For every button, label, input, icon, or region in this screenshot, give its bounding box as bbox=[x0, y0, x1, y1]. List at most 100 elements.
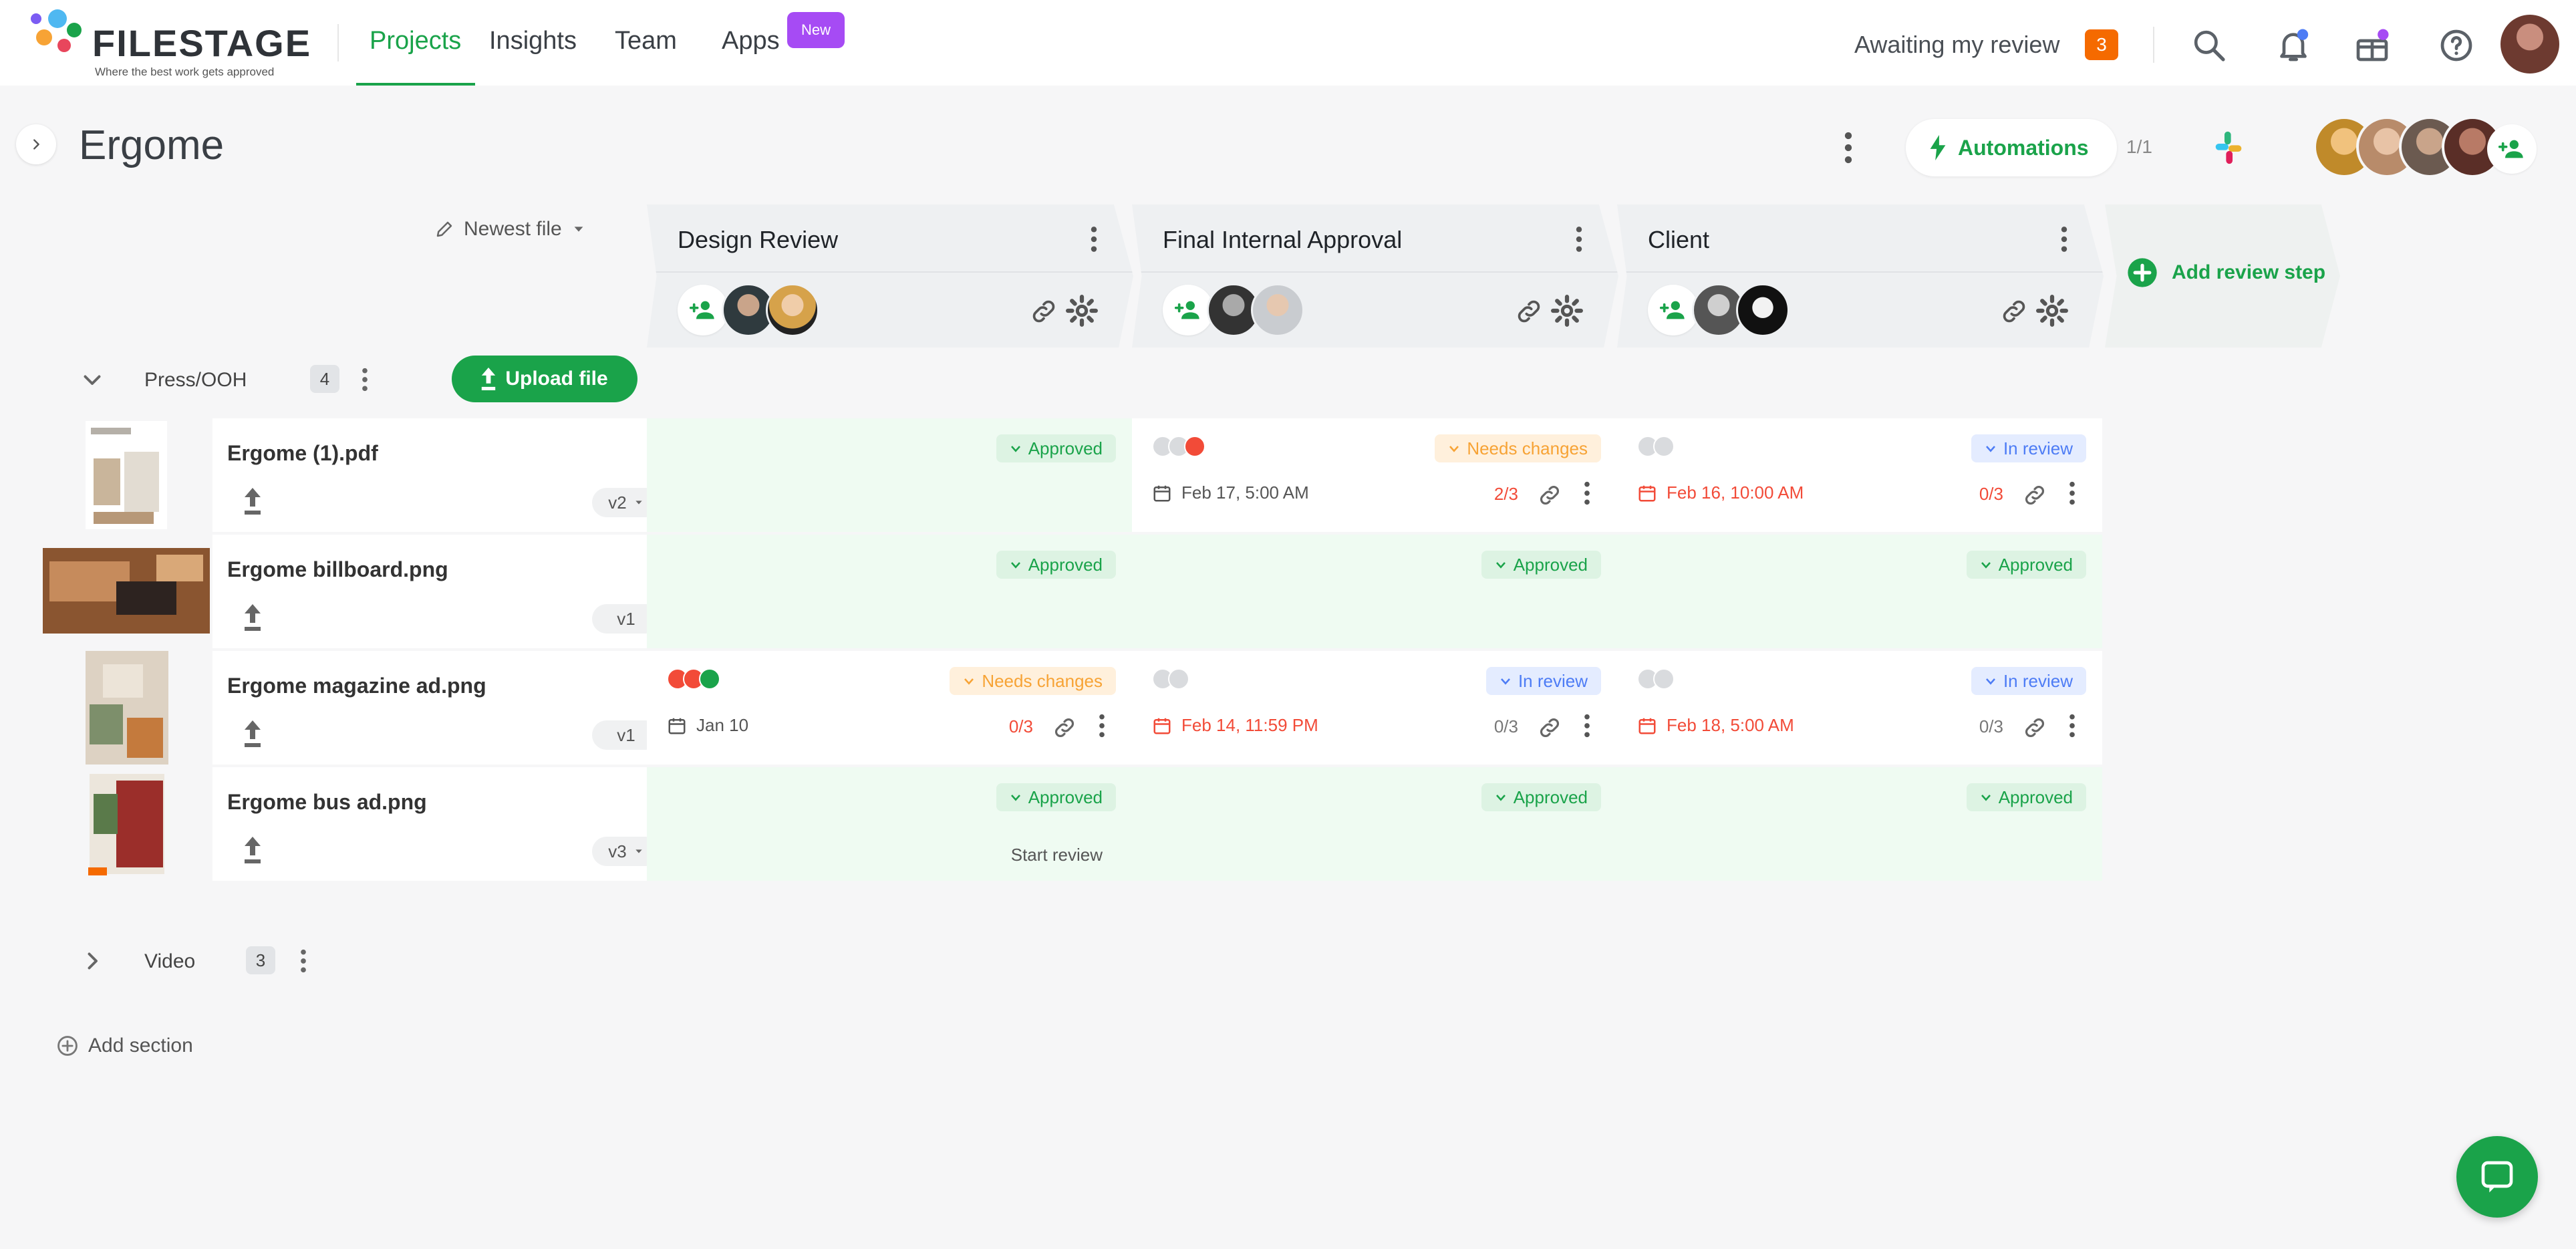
section-name[interactable]: Video bbox=[144, 950, 195, 973]
upload-version-icon[interactable] bbox=[243, 488, 262, 515]
step-settings-gear-icon[interactable] bbox=[2035, 294, 2069, 327]
step-settings-gear-icon[interactable] bbox=[1065, 294, 1099, 327]
cell-options-kebab-icon[interactable] bbox=[1099, 712, 1105, 739]
share-link-icon[interactable] bbox=[1029, 297, 1058, 326]
notifications-bell-icon[interactable] bbox=[2275, 27, 2312, 64]
review-cell[interactable]: Needs changes Feb 17, 5:00 AM 2/3 bbox=[1132, 418, 1617, 532]
share-link-icon[interactable] bbox=[1052, 715, 1077, 740]
file-thumbnail[interactable] bbox=[43, 535, 210, 648]
file-name[interactable]: Ergome (1).pdf bbox=[227, 441, 378, 466]
review-cell[interactable]: Approved bbox=[1617, 535, 2102, 648]
whats-new-gift-icon[interactable] bbox=[2353, 27, 2391, 64]
chevron-right-icon[interactable] bbox=[80, 949, 104, 973]
help-icon[interactable] bbox=[2438, 27, 2475, 64]
step-options-kebab-icon[interactable] bbox=[1574, 225, 1584, 254]
search-icon[interactable] bbox=[2190, 27, 2228, 64]
review-cell[interactable]: Approved bbox=[1132, 535, 1617, 648]
due-date[interactable]: Feb 17, 5:00 AM bbox=[1152, 482, 1309, 503]
cell-options-kebab-icon[interactable] bbox=[2069, 712, 2076, 739]
filestage-logo[interactable]: FILESTAGE Where the best work gets appro… bbox=[31, 9, 311, 83]
cell-options-kebab-icon[interactable] bbox=[1584, 480, 1590, 507]
slack-integration-icon[interactable] bbox=[2209, 128, 2248, 167]
share-link-icon[interactable] bbox=[2022, 482, 2047, 508]
nav-tab-apps[interactable]: Apps bbox=[722, 27, 780, 55]
status-badge[interactable]: In review bbox=[1971, 667, 2086, 695]
file-card[interactable]: Ergome magazine ad.png v1 bbox=[212, 651, 682, 765]
section-name[interactable]: Press/OOH bbox=[144, 369, 247, 392]
share-link-icon[interactable] bbox=[1514, 297, 1544, 326]
chevron-down-icon[interactable] bbox=[80, 368, 104, 392]
share-link-icon[interactable] bbox=[1537, 482, 1562, 508]
due-date[interactable]: Feb 18, 5:00 AM bbox=[1637, 715, 1794, 736]
due-date[interactable]: Feb 16, 10:00 AM bbox=[1637, 482, 1804, 503]
reviewer-avatar[interactable] bbox=[766, 283, 819, 337]
review-cell[interactable]: In review Feb 16, 10:00 AM 0/3 bbox=[1617, 418, 2102, 532]
expand-sidebar-button[interactable] bbox=[16, 124, 56, 164]
awaiting-my-review-link[interactable]: Awaiting my review bbox=[1854, 31, 2059, 59]
share-link-icon[interactable] bbox=[1537, 715, 1562, 740]
add-reviewer-button[interactable] bbox=[678, 285, 728, 335]
status-badge[interactable]: Needs changes bbox=[950, 667, 1116, 695]
nav-tab-team[interactable]: Team bbox=[615, 27, 677, 55]
status-badge[interactable]: Approved bbox=[1481, 783, 1601, 811]
file-card[interactable]: Ergome billboard.png v1 bbox=[212, 535, 682, 648]
project-options-kebab-icon[interactable] bbox=[1842, 130, 1855, 166]
file-name[interactable]: Ergome bus ad.png bbox=[227, 790, 427, 815]
automations-button[interactable]: Automations bbox=[1906, 119, 2117, 176]
step-title[interactable]: Final Internal Approval bbox=[1163, 226, 1402, 254]
share-link-icon[interactable] bbox=[1999, 297, 2029, 326]
add-reviewer-button[interactable] bbox=[1648, 285, 1699, 335]
cell-options-kebab-icon[interactable] bbox=[2069, 480, 2076, 507]
status-badge[interactable]: Approved bbox=[996, 434, 1116, 462]
review-cell[interactable]: In review Feb 18, 5:00 AM 0/3 bbox=[1617, 651, 2102, 765]
reviewer-avatar[interactable] bbox=[1736, 283, 1790, 337]
step-title[interactable]: Client bbox=[1648, 226, 1709, 254]
start-review-link[interactable]: Start review bbox=[1011, 845, 1103, 865]
step-settings-gear-icon[interactable] bbox=[1550, 294, 1584, 327]
status-badge[interactable]: Approved bbox=[1481, 551, 1601, 579]
nav-tab-insights[interactable]: Insights bbox=[489, 27, 577, 55]
file-name[interactable]: Ergome magazine ad.png bbox=[227, 674, 486, 698]
review-cell[interactable]: In review Feb 14, 11:59 PM 0/3 bbox=[1132, 651, 1617, 765]
share-link-icon[interactable] bbox=[2022, 715, 2047, 740]
status-badge[interactable]: Approved bbox=[1966, 783, 2086, 811]
status-badge[interactable]: In review bbox=[1971, 434, 2086, 462]
upload-version-icon[interactable] bbox=[243, 604, 262, 631]
status-badge[interactable]: Needs changes bbox=[1435, 434, 1601, 462]
due-date[interactable]: Feb 14, 11:59 PM bbox=[1152, 715, 1318, 736]
review-cell[interactable]: Approved bbox=[647, 535, 1132, 648]
sort-dropdown[interactable]: Newest file bbox=[434, 218, 586, 241]
file-card[interactable]: Ergome bus ad.png v3 bbox=[212, 767, 682, 881]
status-badge[interactable]: Approved bbox=[1966, 551, 2086, 579]
support-chat-button[interactable] bbox=[2456, 1136, 2538, 1218]
file-card[interactable]: Ergome (1).pdf v2 bbox=[212, 418, 682, 532]
upload-file-button[interactable]: Upload file bbox=[452, 356, 637, 402]
status-badge[interactable]: Approved bbox=[996, 783, 1116, 811]
step-options-kebab-icon[interactable] bbox=[2059, 225, 2069, 254]
user-avatar[interactable] bbox=[2500, 15, 2559, 74]
review-cell[interactable]: Approved bbox=[1132, 767, 1617, 881]
section-options-kebab-icon[interactable] bbox=[361, 366, 369, 393]
review-cell[interactable]: Approved bbox=[1617, 767, 2102, 881]
status-badge[interactable]: Approved bbox=[996, 551, 1116, 579]
review-cell[interactable]: Needs changes Jan 10 0/3 bbox=[647, 651, 1132, 765]
reviewer-avatar[interactable] bbox=[1251, 283, 1304, 337]
status-badge[interactable]: In review bbox=[1485, 667, 1601, 695]
file-thumbnail[interactable] bbox=[43, 418, 210, 532]
file-name[interactable]: Ergome billboard.png bbox=[227, 557, 448, 582]
project-members[interactable] bbox=[2313, 116, 2514, 180]
file-thumbnail[interactable] bbox=[43, 651, 210, 765]
add-section-button[interactable]: Add section bbox=[56, 1034, 193, 1057]
nav-tab-projects[interactable]: Projects bbox=[370, 27, 461, 55]
section-options-kebab-icon[interactable] bbox=[299, 948, 307, 974]
review-cell[interactable]: Approved bbox=[647, 418, 1132, 532]
step-title[interactable]: Design Review bbox=[678, 226, 838, 254]
cell-options-kebab-icon[interactable] bbox=[1584, 712, 1590, 739]
step-options-kebab-icon[interactable] bbox=[1089, 225, 1099, 254]
due-date[interactable]: Jan 10 bbox=[667, 715, 748, 736]
upload-version-icon[interactable] bbox=[243, 837, 262, 863]
add-member-button[interactable] bbox=[2487, 124, 2537, 174]
upload-version-icon[interactable] bbox=[243, 720, 262, 747]
add-review-step-button[interactable]: Add review step bbox=[2105, 204, 2340, 348]
file-thumbnail[interactable] bbox=[43, 767, 210, 881]
